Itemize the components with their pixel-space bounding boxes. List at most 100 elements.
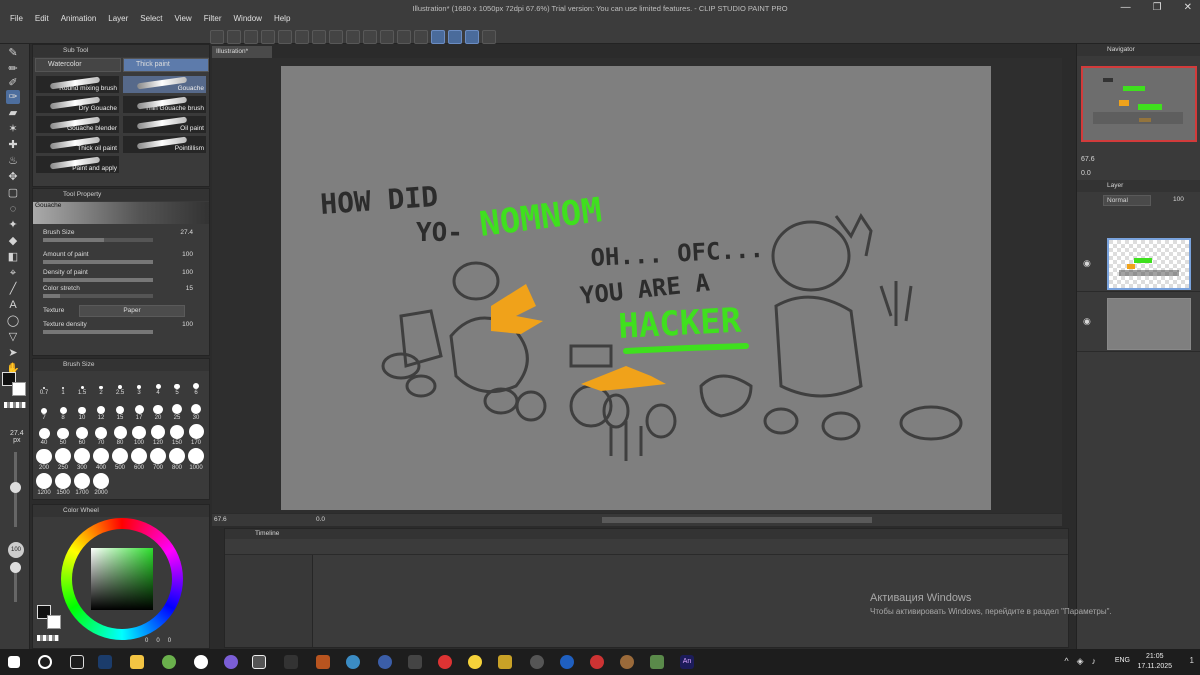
horizontal-scrollbar[interactable] xyxy=(602,517,872,523)
redo-icon[interactable] xyxy=(295,30,309,44)
brush-size-option[interactable]: 20 xyxy=(149,398,167,421)
layer-row-paper[interactable]: ◉ xyxy=(1077,294,1200,352)
animate-icon[interactable]: An xyxy=(680,655,694,669)
prop-color-stretch[interactable]: Color stretch 15 xyxy=(43,285,203,298)
balloon-icon[interactable]: ◯ xyxy=(6,314,20,328)
marker-icon[interactable]: ✐ xyxy=(6,76,20,90)
blend-mode-select[interactable]: Normal xyxy=(1103,195,1151,206)
brush-size-option[interactable]: 40 xyxy=(35,423,53,446)
opacity-slider[interactable] xyxy=(10,562,21,602)
app-icon-13[interactable] xyxy=(650,655,664,669)
brush-size-option[interactable]: 600 xyxy=(130,448,148,471)
gradient-icon[interactable]: ◧ xyxy=(6,250,20,264)
menu-animation[interactable]: Animation xyxy=(55,14,103,23)
viber-icon[interactable] xyxy=(224,655,238,669)
size-slider[interactable] xyxy=(10,452,21,527)
eyedropper-icon[interactable]: ⌖ xyxy=(6,266,20,280)
line-icon[interactable]: ╱ xyxy=(6,282,20,296)
drawing-canvas[interactable]: HOW DID YO- OH... OFC... YOU ARE A NOMNO… xyxy=(281,66,991,510)
brush-size-option[interactable]: 7 xyxy=(35,398,53,421)
sub-color-swatch[interactable] xyxy=(12,382,26,396)
app-icon-3[interactable] xyxy=(346,655,360,669)
menu-filter[interactable]: Filter xyxy=(198,14,228,23)
open-icon[interactable] xyxy=(244,30,258,44)
notification-count[interactable]: 1 xyxy=(1190,656,1194,665)
brush-size-option[interactable]: 0.7 xyxy=(35,373,53,396)
app-icon-8[interactable] xyxy=(498,655,512,669)
menu-window[interactable]: Window xyxy=(228,14,268,23)
text-icon[interactable]: A xyxy=(6,298,20,312)
brush-size-option[interactable]: 150 xyxy=(168,423,186,446)
snap-ruler-icon[interactable] xyxy=(431,30,445,44)
app-icon-1[interactable] xyxy=(284,655,298,669)
show-area-icon[interactable] xyxy=(414,30,428,44)
eraser-icon[interactable]: ▰ xyxy=(6,106,20,120)
windows-start-icon[interactable] xyxy=(8,656,20,668)
menu-select[interactable]: Select xyxy=(134,14,168,23)
brush-paint-apply[interactable]: Paint and apply xyxy=(35,155,120,174)
menu-file[interactable]: File xyxy=(4,14,29,23)
brush-size-option[interactable]: 100 xyxy=(130,423,148,446)
brush-size-option[interactable]: 5 xyxy=(168,373,186,396)
task-view-icon[interactable] xyxy=(70,655,84,669)
pencil-icon[interactable]: ✏ xyxy=(6,62,20,76)
brush-size-option[interactable]: 800 xyxy=(168,448,186,471)
brush-size-option[interactable]: 50 xyxy=(54,423,72,446)
brush-thick-oil[interactable]: Thick oil paint xyxy=(35,135,120,154)
search-icon[interactable] xyxy=(38,655,52,669)
app-icon-11[interactable] xyxy=(590,655,604,669)
brush-size-option[interactable]: 25 xyxy=(168,398,186,421)
brush-size-option[interactable]: 80 xyxy=(111,423,129,446)
move-icon[interactable]: ✥ xyxy=(6,170,20,184)
menu-view[interactable]: View xyxy=(169,14,198,23)
brush-size-option[interactable]: 200 xyxy=(35,448,53,471)
chevron-up-icon[interactable]: ^ xyxy=(1064,656,1068,667)
fill-bucket-icon[interactable]: ◆ xyxy=(6,234,20,248)
brush-size-option[interactable]: 1700 xyxy=(73,473,91,496)
tab-thick-paint[interactable]: Thick paint xyxy=(123,58,209,72)
prop-texture[interactable]: Texture Paper xyxy=(43,305,203,317)
undo-icon[interactable] xyxy=(278,30,292,44)
app-icon-5[interactable] xyxy=(408,655,422,669)
menu-layer[interactable]: Layer xyxy=(102,14,134,23)
help-icon[interactable] xyxy=(482,30,496,44)
brush-size-option[interactable]: 12 xyxy=(92,398,110,421)
snap-grid-icon[interactable] xyxy=(465,30,479,44)
hue-ring[interactable] xyxy=(61,518,183,640)
app-icon-4[interactable] xyxy=(378,655,392,669)
app-icon-6[interactable] xyxy=(438,655,452,669)
saturation-square[interactable] xyxy=(91,548,153,610)
brush-size-option[interactable]: 3 xyxy=(130,373,148,396)
invert-icon[interactable] xyxy=(397,30,411,44)
fill-icon[interactable] xyxy=(346,30,360,44)
speaker-icon[interactable]: ♪ xyxy=(1092,656,1097,667)
brush-oil-paint[interactable]: Oil paint xyxy=(122,115,207,134)
brush-size-option[interactable]: 30 xyxy=(187,398,205,421)
deselect-icon[interactable] xyxy=(380,30,394,44)
brush-round-mixing[interactable]: Round mixing brush xyxy=(35,75,120,94)
home-icon[interactable] xyxy=(210,30,224,44)
tab-watercolor[interactable]: Watercolor xyxy=(35,58,121,72)
settings-icon[interactable] xyxy=(312,30,326,44)
prop-density-of-paint[interactable]: Density of paint 100 xyxy=(43,269,203,282)
tab-illustration[interactable]: Illustration* xyxy=(212,46,272,58)
folder-icon[interactable] xyxy=(130,655,144,669)
prop-brush-size[interactable]: Brush Size 27.4 xyxy=(43,229,203,242)
brush-pointillism[interactable]: Pointillism xyxy=(122,135,207,154)
brush-size-option[interactable]: 2000 xyxy=(92,473,110,496)
brush-size-option[interactable]: 500 xyxy=(111,448,129,471)
brush-size-option[interactable]: 4 xyxy=(149,373,167,396)
brush-size-option[interactable]: 170 xyxy=(187,423,205,446)
utorrent-icon[interactable] xyxy=(162,655,176,669)
brush-size-option[interactable]: 2 xyxy=(92,373,110,396)
brush-icon[interactable]: ✑ xyxy=(6,90,20,104)
language-indicator[interactable]: ENG xyxy=(1115,657,1130,664)
steam-icon[interactable] xyxy=(98,655,112,669)
brush-size-option[interactable]: 2.5 xyxy=(111,373,129,396)
brush-size-option[interactable]: 8 xyxy=(54,398,72,421)
yandex-icon[interactable] xyxy=(194,655,208,669)
prop-texture-density[interactable]: Texture density 100 xyxy=(43,321,203,334)
eye-icon[interactable]: ◉ xyxy=(1083,316,1091,327)
clock[interactable]: 21:05 17.11.2025 xyxy=(1137,652,1172,672)
app-icon-7[interactable] xyxy=(468,655,482,669)
